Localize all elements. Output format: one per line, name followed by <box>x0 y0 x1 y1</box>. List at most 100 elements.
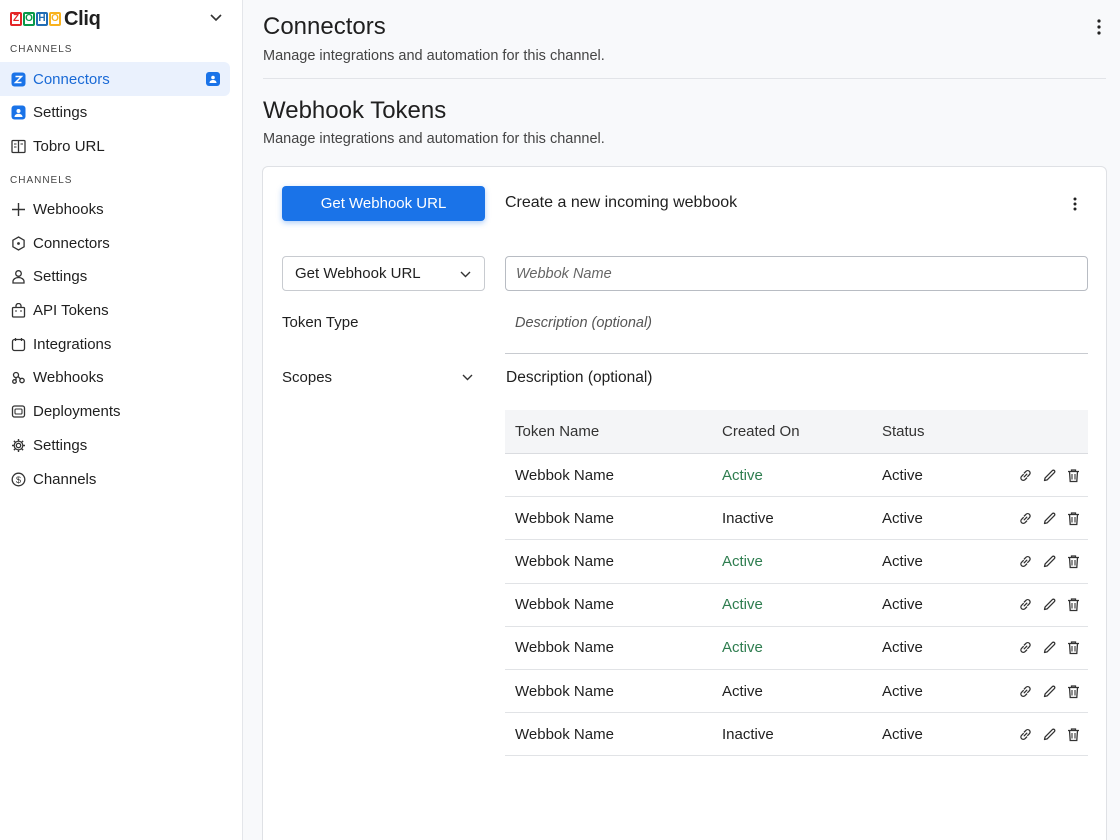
server-icon <box>10 403 26 419</box>
sidebar-item-integrations[interactable]: Integrations <box>0 327 230 361</box>
link-icon[interactable] <box>1016 596 1034 614</box>
sidebar-item-api-tokens[interactable]: API Tokens <box>0 293 230 327</box>
table-row[interactable]: Webbok Name Active Active <box>505 454 1088 498</box>
token-name-cell: Webbok Name <box>515 725 614 743</box>
card-heading: Create a new incoming webbook <box>505 194 738 211</box>
status-cell: Active <box>882 552 923 570</box>
description-label: Description (optional) <box>506 369 653 386</box>
sidebar-item-tobro-url[interactable]: Tobro URL <box>0 129 230 163</box>
edit-icon[interactable] <box>1040 552 1058 570</box>
get-webhook-url-button[interactable]: Get Webhook URL <box>282 186 485 221</box>
brand-name: Cliq <box>64 7 101 30</box>
table-row[interactable]: Webbok Name Inactive Active <box>505 713 1088 757</box>
webhook-type-select[interactable]: Get Webhook URL <box>282 256 485 291</box>
sidebar-item-settings[interactable]: Settings <box>0 95 230 129</box>
token-name-cell: Webbok Name <box>515 466 614 484</box>
main-content: Connectors Manage integrations and autom… <box>244 0 1120 840</box>
user-square-icon <box>10 104 26 120</box>
status-cell: Active <box>882 682 923 700</box>
trash-icon[interactable] <box>1064 725 1082 743</box>
edit-icon[interactable] <box>1040 596 1058 614</box>
table-row[interactable]: Webbok Name Inactive Active <box>505 497 1088 541</box>
token-type-label: Token Type <box>282 314 359 331</box>
sidebar-item-label: Deployments <box>33 402 121 420</box>
created-on-cell: Inactive <box>722 725 774 743</box>
sidebar-item-settings-3[interactable]: Settings <box>0 428 230 462</box>
header-divider <box>263 78 1106 79</box>
created-on-cell: Active <box>722 552 763 570</box>
sidebar-item-label: Connectors <box>33 70 110 88</box>
sidebar-item-webhooks-2[interactable]: Webhooks <box>0 360 230 394</box>
column-header-created-on: Created On <box>722 423 800 440</box>
person-icon <box>10 268 26 284</box>
created-on-cell: Active <box>722 682 763 700</box>
sidebar-item-label: Webhooks <box>33 368 104 386</box>
edit-icon[interactable] <box>1040 639 1058 657</box>
gear-icon <box>10 437 26 453</box>
sidebar-item-channels[interactable]: $ Channels <box>0 462 230 496</box>
row-actions <box>1002 639 1088 657</box>
webhook-name-input[interactable] <box>505 256 1088 291</box>
trash-icon[interactable] <box>1064 682 1082 700</box>
row-actions <box>1002 725 1088 743</box>
sidebar: Z O H O Cliq CHANNELS Connectors Setting… <box>0 0 243 840</box>
token-name-cell: Webbok Name <box>515 639 614 657</box>
status-cell: Active <box>882 509 923 527</box>
tokens-table: Token Name Created On Status Webbok Name… <box>505 410 1088 757</box>
trash-icon[interactable] <box>1064 639 1082 657</box>
table-row[interactable]: Webbok Name Active Active <box>505 583 1088 627</box>
trash-icon[interactable] <box>1064 509 1082 527</box>
sidebar-item-deployments[interactable]: Deployments <box>0 394 230 428</box>
zoho-z-icon <box>10 71 26 87</box>
book-icon <box>10 138 26 154</box>
status-cell: Active <box>882 596 923 614</box>
brand: Z O H O Cliq <box>10 6 225 32</box>
link-icon[interactable] <box>1016 509 1034 527</box>
trash-icon[interactable] <box>1064 466 1082 484</box>
zoho-logo: Z O H O <box>10 12 61 26</box>
description-underline <box>505 353 1088 354</box>
sidebar-item-label: Channels <box>33 470 97 488</box>
card-more-options-icon[interactable] <box>1068 194 1082 214</box>
link-icon[interactable] <box>1016 639 1034 657</box>
edit-icon[interactable] <box>1040 682 1058 700</box>
created-on-cell: Inactive <box>722 509 774 527</box>
table-row[interactable]: Webbok Name Active Active <box>505 540 1088 584</box>
link-icon[interactable] <box>1016 725 1034 743</box>
row-actions <box>1002 466 1088 484</box>
sidebar-item-connectors-2[interactable]: Connectors <box>0 226 230 260</box>
webhook-icon <box>10 369 26 385</box>
token-name-cell: Webbok Name <box>515 552 614 570</box>
link-icon[interactable] <box>1016 552 1034 570</box>
table-header: Token Name Created On Status <box>505 410 1088 454</box>
table-row[interactable]: Webbok Name Active Active <box>505 626 1088 670</box>
scopes-dropdown[interactable]: Scopes <box>282 367 474 387</box>
bookmark-person-icon <box>206 72 220 86</box>
chevron-down-icon <box>460 370 474 384</box>
edit-icon[interactable] <box>1040 725 1058 743</box>
edit-icon[interactable] <box>1040 466 1058 484</box>
sidebar-item-label: Settings <box>33 103 88 121</box>
sidebar-section-label: CHANNELS <box>10 44 73 55</box>
edit-icon[interactable] <box>1040 509 1058 527</box>
sidebar-item-connectors[interactable]: Connectors <box>0 62 230 96</box>
sidebar-item-label: Webhooks <box>33 200 104 218</box>
more-options-icon[interactable] <box>1092 17 1106 37</box>
created-on-cell: Active <box>722 639 763 657</box>
chevron-down-icon[interactable] <box>207 9 225 27</box>
sidebar-item-webhooks[interactable]: Webhooks <box>0 192 230 226</box>
created-on-cell: Active <box>722 466 763 484</box>
sidebar-item-label: Settings <box>33 267 88 285</box>
dollar-circle-icon: $ <box>10 471 26 487</box>
table-row[interactable]: Webbok Name Active Active <box>505 669 1088 714</box>
link-icon[interactable] <box>1016 466 1034 484</box>
sidebar-item-settings-2[interactable]: Settings <box>0 259 230 293</box>
chevron-down-icon <box>458 267 472 281</box>
trash-icon[interactable] <box>1064 596 1082 614</box>
token-name-cell: Webbok Name <box>515 596 614 614</box>
trash-icon[interactable] <box>1064 552 1082 570</box>
description-input[interactable]: Description (optional) <box>515 315 652 331</box>
link-icon[interactable] <box>1016 682 1034 700</box>
sidebar-item-label: Tobro URL <box>33 137 105 155</box>
status-cell: Active <box>882 639 923 657</box>
